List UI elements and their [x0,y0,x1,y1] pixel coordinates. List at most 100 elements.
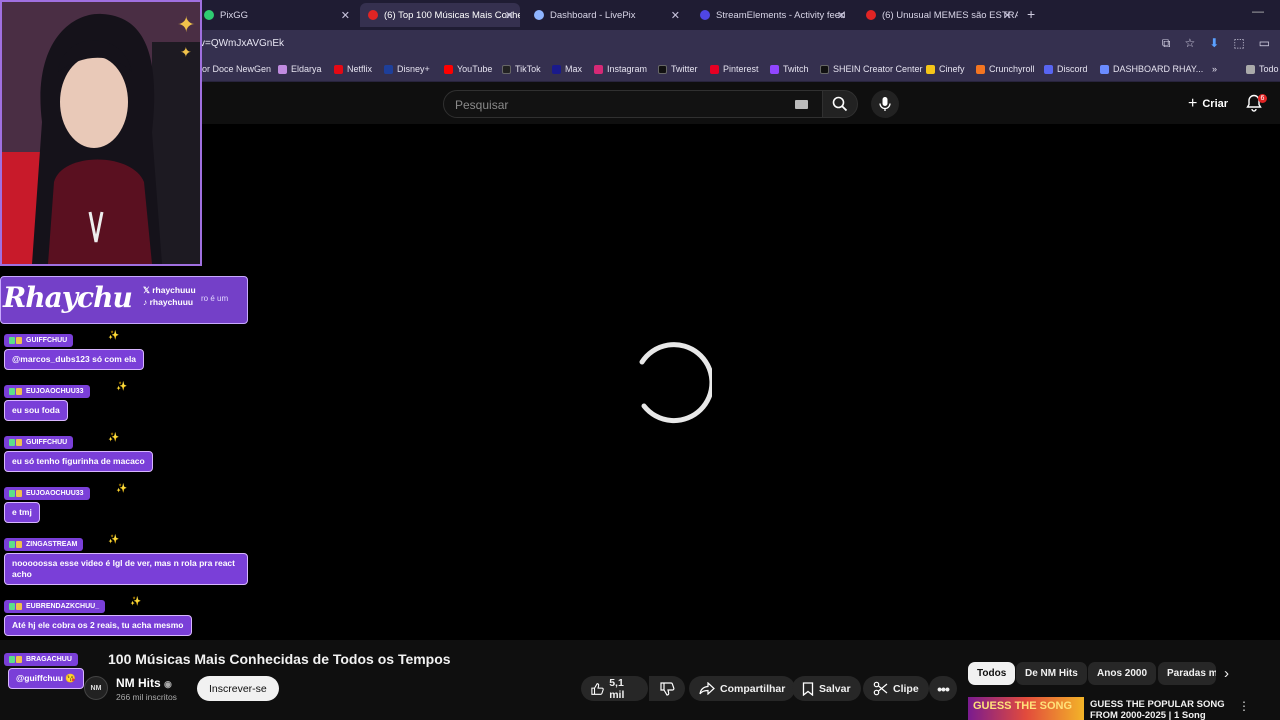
chat-username: EUJOAOCHUU33 [4,385,90,398]
bookmark-item[interactable]: Pinterest [710,64,759,74]
channel-name[interactable]: NM Hits ◉ [116,676,172,690]
username-text: EUJOAOCHUU33 [26,388,84,395]
bookmark-star-icon[interactable]: ☆ [1184,36,1195,51]
url-field[interactable]: v=QWmJxAVGnEk [200,38,284,49]
more-actions-button[interactable]: ••• [929,676,957,701]
more-horizontal-icon: ••• [937,680,950,697]
close-tab-icon[interactable]: ✕ [505,9,514,22]
voice-search-button[interactable] [871,90,899,118]
chat-message: e tmj [4,502,40,523]
bookmark-item[interactable]: Netflix [334,64,372,74]
close-tab-icon[interactable]: ✕ [837,9,846,22]
more-vertical-icon[interactable]: ⋮ [1238,699,1250,713]
username-text: BRAGACHUU [26,656,72,663]
chip-from-channel[interactable]: De NM Hits [1016,662,1087,685]
streamelements-favicon-icon [700,10,710,20]
tab-youtube-top100[interactable]: (6) Top 100 Músicas Mais Conhe ✕ [360,3,520,27]
bookmark-item[interactable]: Discord [1044,64,1088,74]
minimize-icon[interactable]: — [1252,4,1264,18]
twitch-icon [770,64,779,74]
tab-livepix[interactable]: Dashboard - LivePix ✕ [526,3,686,27]
tiktok-handle: ♪ rhaychuuu [143,297,194,307]
bookmark-label: Cinefy [939,64,965,74]
close-tab-icon[interactable]: ✕ [671,9,680,22]
close-tab-icon[interactable]: ✕ [341,9,350,22]
bookmark-item[interactable]: Todo [1246,64,1279,74]
tab-label: PixGG [220,9,248,21]
chat-message: eu sou foda [4,400,68,421]
disney-icon [384,64,393,74]
sparkle-icon: ✨ [116,381,128,391]
chip-all[interactable]: Todos [968,662,1016,685]
recommendation-title[interactable]: GUESS THE POPULAR SONG FROM 2000-2025 | … [1090,699,1225,720]
tab-streamelements[interactable]: StreamElements - Activity feed ✕ [692,3,852,27]
download-icon[interactable]: ⬇ [1209,36,1219,51]
subscribe-button[interactable]: Inscrever-se [197,676,279,701]
share-button[interactable]: Compartilhar [689,676,796,701]
badges-icon [9,603,23,610]
loading-spinner-icon [639,342,712,424]
username-text: GUIFFCHUU [26,439,68,446]
chevron-right-icon[interactable]: › [1224,665,1229,682]
bookmark-item[interactable]: Disney+ [384,64,430,74]
bookmark-item[interactable]: Eldarya [278,64,322,74]
search-icon [832,96,848,112]
youtube-icon [444,64,453,74]
bookmark-label: YouTube [457,64,493,74]
bookmark-label: Pinterest [723,64,759,74]
bookmark-item[interactable]: DASHBOARD RHAY... [1100,64,1203,74]
dislike-button[interactable] [649,676,685,701]
new-tab-icon[interactable]: + [1027,6,1035,22]
search-input[interactable]: Pesquisar [455,98,508,112]
bookmark-item[interactable]: Max [552,64,582,74]
chip-2000s[interactable]: Anos 2000 [1088,662,1157,685]
tab-label: (6) Unusual MEMES são ESTRAN [882,9,1018,21]
pinterest-icon [710,64,719,74]
extensions-icon[interactable]: ⬚ [1233,36,1244,51]
bookmark-label: Netflix [347,64,373,74]
subscriber-count: 266 mil inscritos [116,692,177,702]
keyboard-icon[interactable] [795,100,808,109]
tab-pixgg[interactable]: PixGG ✕ [196,3,356,27]
tab-label: (6) Top 100 Músicas Mais Conhe [384,9,520,21]
recommendation-thumbnail[interactable]: GUESS THE SONG [968,697,1084,720]
bookmark-item[interactable]: Cinefy [926,64,965,74]
bookmarks-overflow-icon[interactable]: » [1212,64,1217,74]
badges-icon [9,490,23,497]
webcam-overlay: ✦ ✦ [0,0,202,266]
bookmark-item[interactable]: Twitter [658,64,698,74]
chat-username: EUJOAOCHUU33 [4,487,90,500]
tab-label: Dashboard - LivePix [550,9,636,21]
like-button[interactable]: 5,1 mil [581,676,648,701]
bookmark-label: Eldarya [291,64,322,74]
bookmark-item[interactable]: TikTok [502,64,541,74]
plus-icon: + [1188,95,1198,112]
bookmark-item[interactable]: or Doce NewGen [202,64,271,74]
search-button[interactable] [822,90,858,118]
bookmark-label: Todo [1259,64,1279,74]
sidebar-icon[interactable]: ▭ [1259,36,1270,51]
tab-youtube-memes[interactable]: (6) Unusual MEMES são ESTRAN ✕ [858,3,1018,27]
create-button[interactable]: + Criar [1176,90,1240,118]
eldarya-icon [278,64,287,74]
chat-message: eu só tenho figurinha de macaco [4,451,153,472]
chat-message: @marcos_dubs123 só com ela [4,349,145,370]
bookmark-item[interactable]: Twitch [770,64,809,74]
search-box[interactable]: Pesquisar [443,90,823,118]
bookmark-item[interactable]: YouTube [444,64,492,74]
close-tab-icon[interactable]: ✕ [1003,9,1012,22]
chip-charts[interactable]: Paradas m [1158,662,1216,685]
clip-button[interactable]: Clipe [863,676,929,701]
bookmark-item[interactable]: Instagram [594,64,647,74]
bookmark-item[interactable]: SHEIN Creator Center [820,64,923,74]
scissors-icon [873,681,888,696]
bookmark-item[interactable]: Crunchyroll [976,64,1035,74]
cast-icon[interactable]: ⧉ [1162,36,1171,51]
channel-name-text: NM Hits [116,676,161,690]
save-button[interactable]: Salvar [792,676,861,701]
thumbs-down-icon [659,681,674,696]
bookmark-label: TikTok [515,64,541,74]
chat-message: nooooossa esse video é lgl de ver, mas n… [4,553,248,585]
dashboard-icon [1100,64,1109,74]
channel-avatar[interactable]: NM [84,676,108,700]
